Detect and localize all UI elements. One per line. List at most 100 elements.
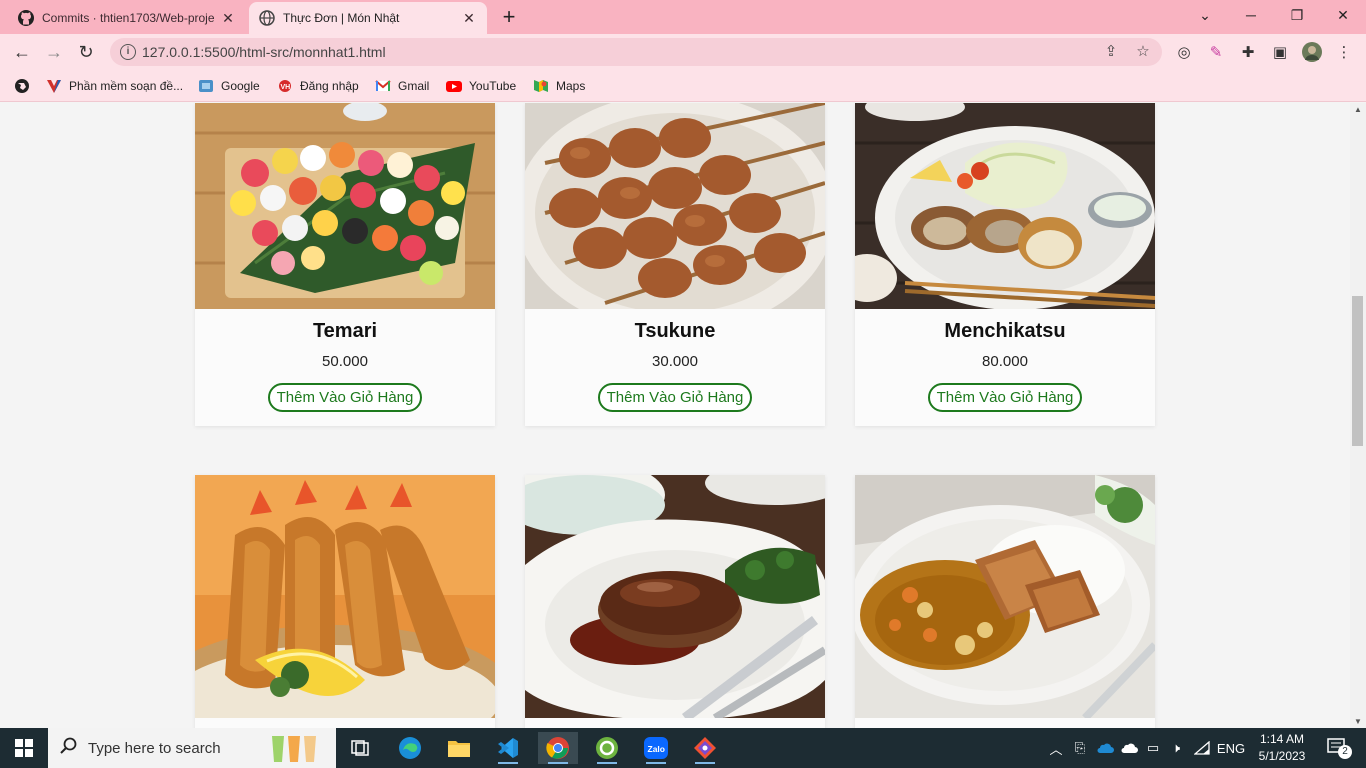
menu-card bbox=[195, 475, 495, 728]
github-desktop-icon[interactable] bbox=[685, 732, 725, 764]
tab-search-chevron-icon[interactable]: ⌄ bbox=[1182, 0, 1228, 30]
url-text: 127.0.0.1:5500/html-src/monnhat1.html bbox=[142, 44, 386, 60]
globe-icon bbox=[14, 78, 30, 94]
browser-toolbar: ← → ↻ i 127.0.0.1:5500/html-src/monnhat1… bbox=[0, 34, 1366, 70]
windows-start-button[interactable] bbox=[0, 728, 48, 768]
close-tab-icon[interactable]: ✕ bbox=[220, 10, 236, 27]
tab-github-commits[interactable]: Commits · thtien1703/Web-proje ✕ bbox=[8, 2, 246, 34]
svg-text:Zalo: Zalo bbox=[648, 744, 665, 754]
item-price: 30.000 bbox=[652, 353, 698, 370]
bookmark-google[interactable]: Google bbox=[198, 77, 260, 95]
item-name: Temari bbox=[312, 320, 378, 342]
scrollbar-thumb[interactable] bbox=[1352, 296, 1363, 446]
bookmark-maps[interactable]: Maps bbox=[533, 77, 585, 95]
coccoc-browser-icon[interactable] bbox=[587, 732, 627, 764]
bookmark-dang-nhap[interactable]: VH Đăng nhập bbox=[277, 77, 359, 95]
bookmark-soan-de[interactable]: Phần mềm soạn đề... bbox=[46, 77, 183, 95]
cloud-icon[interactable] bbox=[1118, 728, 1140, 768]
taskbar-search-box[interactable]: Type here to search bbox=[48, 728, 336, 768]
add-to-cart-button[interactable]: Thêm Vào Giỏ Hàng bbox=[597, 383, 753, 412]
item-name: Menchikatsu bbox=[944, 320, 1066, 342]
zalo-icon[interactable]: Zalo bbox=[636, 732, 676, 764]
youtube-icon bbox=[446, 78, 462, 94]
reload-icon[interactable]: ↻ bbox=[74, 40, 98, 64]
notification-count-badge: 2 bbox=[1338, 745, 1352, 759]
bookmark-label: Đăng nhập bbox=[300, 79, 359, 93]
file-explorer-icon[interactable] bbox=[439, 732, 479, 764]
bookmark-label: Gmail bbox=[398, 79, 430, 93]
google-drive-icon bbox=[198, 78, 214, 94]
bookmark-gmail[interactable]: Gmail bbox=[375, 77, 429, 95]
bookmarks-bar: Phần mềm soạn đề... Google VH Đăng nhập … bbox=[0, 70, 1366, 102]
show-hidden-icons-chevron-icon[interactable]: ︿ bbox=[1046, 728, 1066, 768]
vscode-icon[interactable] bbox=[488, 732, 528, 764]
add-to-cart-button[interactable]: Thêm Vào Giỏ Hàng bbox=[267, 383, 423, 412]
tab-strip: Commits · thtien1703/Web-proje ✕ Thực Đơ… bbox=[0, 0, 1366, 34]
new-tab-button[interactable]: + bbox=[497, 6, 521, 30]
item-name: Tsukune bbox=[634, 320, 716, 342]
close-tab-icon[interactable]: ✕ bbox=[461, 10, 477, 27]
globe-icon bbox=[259, 10, 275, 26]
meet-now-icon[interactable]: ⎘ bbox=[1070, 728, 1090, 768]
bookmark-youtube[interactable]: YouTube bbox=[446, 77, 516, 95]
scroll-up-arrow-icon[interactable]: ▲ bbox=[1354, 105, 1362, 114]
side-panel-icon[interactable]: ▣ bbox=[1270, 42, 1290, 62]
site-info-icon[interactable]: i bbox=[120, 44, 136, 60]
notification-center-button[interactable]: 2 bbox=[1318, 728, 1358, 768]
ebi-fry-photo bbox=[195, 475, 495, 718]
menu-card bbox=[525, 475, 825, 728]
extension-compass-icon[interactable]: ◎ bbox=[1174, 42, 1194, 62]
gmail-icon bbox=[375, 78, 391, 94]
address-bar[interactable]: i 127.0.0.1:5500/html-src/monnhat1.html … bbox=[110, 38, 1162, 66]
volume-icon[interactable]: 🕨 bbox=[1166, 728, 1186, 768]
menu-card bbox=[855, 475, 1155, 728]
tab-menu-japanese[interactable]: Thực Đơn | Món Nhật ✕ bbox=[249, 2, 487, 34]
katsu-curry-photo bbox=[855, 475, 1155, 718]
battery-icon[interactable]: ▭ bbox=[1142, 728, 1164, 768]
add-to-cart-button[interactable]: Thêm Vào Giỏ Hàng bbox=[927, 383, 1083, 412]
maps-icon bbox=[533, 78, 549, 94]
temari-photo bbox=[195, 103, 495, 309]
system-clock[interactable]: 1:14 AM 5/1/2023 bbox=[1252, 731, 1312, 765]
chrome-menu-icon[interactable]: ⋮ bbox=[1334, 42, 1354, 62]
login-site-icon: VH bbox=[277, 78, 293, 94]
clock-time: 1:14 AM bbox=[1259, 732, 1305, 746]
bookmark-label: Google bbox=[221, 79, 260, 93]
windows-logo-icon bbox=[15, 739, 33, 757]
profile-avatar[interactable] bbox=[1302, 42, 1322, 62]
back-arrow-icon[interactable]: ← bbox=[10, 40, 34, 64]
page-scrollbar[interactable]: ▲ ▼ bbox=[1350, 103, 1366, 728]
wifi-icon[interactable] bbox=[1192, 728, 1212, 768]
minimize-button[interactable]: ─ bbox=[1228, 0, 1274, 30]
edge-browser-icon[interactable] bbox=[390, 732, 430, 764]
bookmark-globe[interactable] bbox=[14, 77, 37, 95]
close-window-button[interactable]: ✕ bbox=[1320, 0, 1366, 30]
search-placeholder: Type here to search bbox=[88, 739, 221, 757]
restore-button[interactable]: ❐ bbox=[1274, 0, 1320, 30]
menu-card: Menchikatsu 80.000 Thêm Vào Giỏ Hàng bbox=[855, 103, 1155, 426]
tab-title: Thực Đơn | Món Nhật bbox=[283, 11, 400, 25]
chrome-icon[interactable] bbox=[538, 732, 578, 764]
search-highlight-drinks-icon bbox=[272, 736, 316, 762]
search-icon bbox=[60, 737, 80, 760]
tab-title: Commits · thtien1703/Web-proje bbox=[42, 11, 215, 25]
task-view-icon[interactable] bbox=[340, 732, 380, 764]
forward-arrow-icon[interactable]: → bbox=[42, 40, 66, 64]
github-icon bbox=[18, 10, 34, 26]
item-price: 50.000 bbox=[322, 353, 368, 370]
menu-card: Temari 50.000 Thêm Vào Giỏ Hàng bbox=[195, 103, 495, 426]
scroll-down-arrow-icon[interactable]: ▼ bbox=[1354, 717, 1362, 726]
share-icon[interactable]: ⇪ bbox=[1102, 43, 1120, 61]
menu-card: Tsukune 30.000 Thêm Vào Giỏ Hàng bbox=[525, 103, 825, 426]
extension-pen-icon[interactable]: ✎ bbox=[1206, 42, 1226, 62]
page-viewport: Temari 50.000 Thêm Vào Giỏ Hàng Tsukune … bbox=[0, 103, 1350, 728]
bookmark-label: Maps bbox=[556, 79, 586, 93]
onedrive-icon[interactable] bbox=[1094, 728, 1116, 768]
extensions-puzzle-icon[interactable]: ✚ bbox=[1238, 42, 1258, 62]
bookmark-label: Phần mềm soạn đề... bbox=[69, 79, 184, 93]
language-indicator[interactable]: ENG bbox=[1214, 728, 1248, 768]
hambagu-photo bbox=[525, 475, 825, 718]
windows-taskbar: Type here to search Zalo ︿ ⎘ ▭ 🕨 ENG 1:1 bbox=[0, 728, 1366, 768]
bookmark-star-icon[interactable]: ☆ bbox=[1134, 43, 1152, 61]
tsukune-photo bbox=[525, 103, 825, 309]
